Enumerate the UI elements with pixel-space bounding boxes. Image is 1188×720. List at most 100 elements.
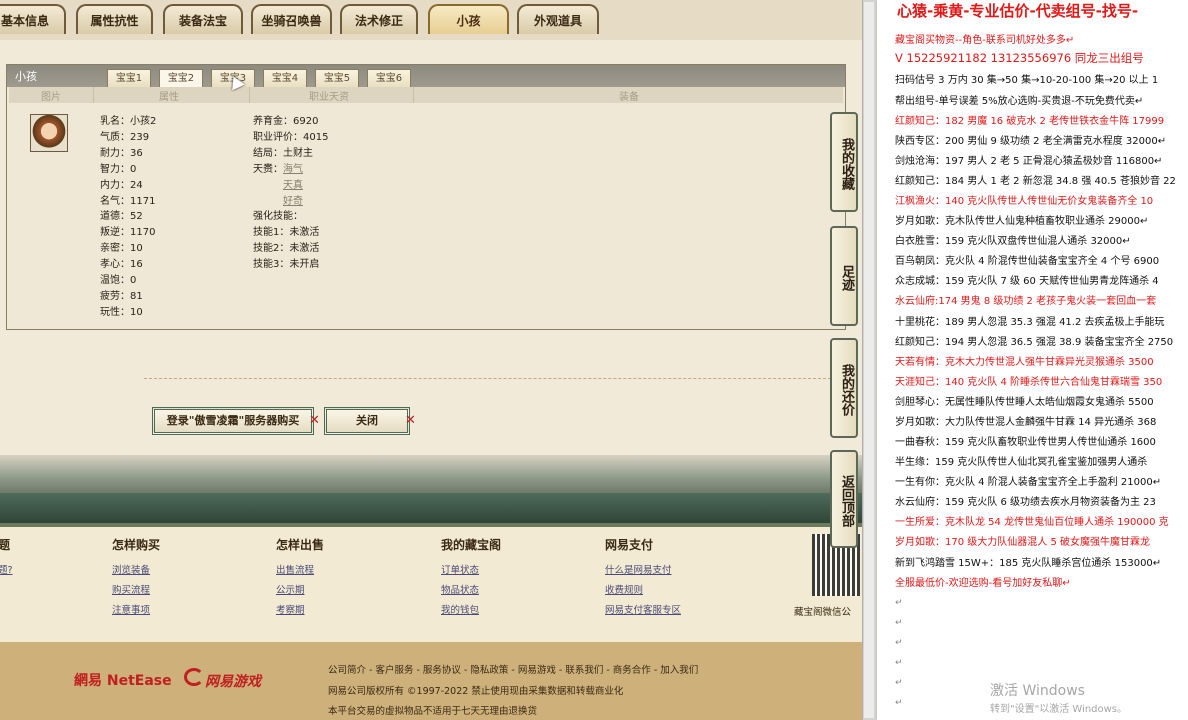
footer-link[interactable]: 公示期 — [276, 582, 305, 596]
back-to-top-button[interactable]: 返回顶部 — [830, 450, 858, 548]
tab-spell-mods[interactable]: 法术修正 — [340, 4, 418, 34]
stat-endurance: 耐力：36 — [100, 147, 143, 159]
netease-games-logo: 网易游戏 — [205, 674, 261, 690]
footer-link[interactable]: 购买流程 — [112, 582, 150, 596]
doc-line: 藏宝阁买物资--角色-联系司机好处多多↵ — [895, 35, 1075, 46]
stat-morality: 道德：52 — [100, 211, 143, 223]
footer-partial-link[interactable]: 题? — [0, 562, 13, 576]
netease-games-swirl-icon — [184, 668, 204, 686]
footer-col-partial-title: 题 — [0, 538, 11, 552]
netease-logo: 網易 NetEase — [74, 673, 172, 689]
doc-title: 心猿-乘黄-专业估价-代卖组号-找号- — [897, 2, 1139, 20]
doc-line: 江枫渔火：140 克火队传世人传世仙无价女鬼装备齐全 10 — [895, 196, 1154, 207]
doc-line: 岁月如歌：克木队传世人仙鬼种植畜牧职业通杀 29000↵ — [895, 216, 1149, 227]
talent-link[interactable]: 天真 — [283, 178, 328, 194]
footer-link[interactable]: 出售流程 — [276, 562, 314, 576]
footer-link[interactable]: 物品状态 — [441, 582, 479, 596]
career-rating: 职业评价：4015 — [253, 131, 329, 143]
doc-line: 剑烛沧海：197 男人 2 老 5 正骨混心猿孟极妙音 116800↵ — [895, 156, 1163, 167]
enhance-label: 强化技能： — [253, 211, 303, 223]
footer-link[interactable]: 网易支付客服专区 — [605, 602, 681, 616]
pilcrow-mark: ↵ — [895, 698, 903, 708]
tab-basic-info[interactable]: 基本信息 — [0, 4, 66, 34]
doc-line: 红颜知己：182 男魔 16 破克水 2 老传世铁衣金牛阵 17999 — [895, 116, 1165, 127]
col-divider — [249, 87, 250, 103]
stat-playfulness: 玩性：10 — [100, 306, 143, 318]
doc-line: 剑胆琴心：无属性睡队传世睡人太皓仙烟霞女鬼通杀 5500 — [895, 397, 1154, 408]
doc-line: 岁月如歌：大力队传世混人金麟强牛甘霖 14 异光通杀 368 — [895, 417, 1157, 428]
doc-line: 天若有情：克木大力传世混人强牛甘霖异光灵猴通杀 3500 — [895, 357, 1154, 368]
my-favorites-button[interactable]: 我的收藏 — [830, 112, 858, 212]
subtab-baby-5[interactable]: 宝宝5 — [315, 69, 359, 87]
child-career: 养育金：6920 职业评价：4015 结局：土财主 天赉： 海气 天真 好奇 强… — [253, 114, 328, 273]
subtab-baby-2[interactable]: 宝宝2 — [159, 69, 203, 87]
decorative-band — [0, 455, 862, 493]
subtab-baby-4[interactable]: 宝宝4 — [263, 69, 307, 87]
doc-line: 天涯知己：140 克火队 4 阶睡杀传世六合仙鬼甘霖瑞雪 350 — [895, 377, 1163, 388]
tab-appearance[interactable]: 外观道具 — [517, 4, 599, 34]
stat-rebellion: 叛逆：1170 — [100, 227, 156, 239]
game-web-page: 基本信息 属性抗性 装备法宝 坐骑召唤兽 法术修正 小孩 外观道具 小孩 宝宝1… — [0, 0, 862, 720]
col-divider — [413, 87, 414, 103]
col-equipment: 装备 — [619, 92, 639, 103]
subtab-baby-1[interactable]: 宝宝1 — [107, 69, 151, 87]
column-headers: 图片 属性 职业天资 装备 — [9, 87, 843, 103]
doc-line: 众志成城：159 克火队 7 级 60 天赋传世仙男青龙阵通杀 4 — [895, 276, 1159, 287]
talent-link[interactable]: 好奇 — [283, 194, 328, 210]
col-attributes: 属性 — [159, 92, 179, 103]
doc-line: 红颜知己：184 男人 1 老 2 新忽混 34.8 强 40.5 苍狼妙音 2… — [895, 176, 1176, 187]
doc-line: 岁月如歌：170 级大力队仙器混人 5 破女魔强牛魔甘霖龙 — [895, 537, 1150, 548]
stat-satiety: 温饱：0 — [100, 275, 137, 287]
doc-line: 新到飞鸿踏雪 15W+：185 克火队睡杀宫位通杀 153000↵ — [895, 558, 1162, 569]
subtab-baby-6[interactable]: 宝宝6 — [367, 69, 411, 87]
footprint-button[interactable]: 足迹 — [830, 226, 858, 326]
pilcrow-mark: ↵ — [895, 678, 903, 688]
doc-line: 帮出组号-单号误差 5%放心选购-买贵退-不玩免费代卖↵ — [895, 96, 1144, 107]
pilcrow-mark: ↵ — [895, 658, 903, 668]
qr-caption: 藏宝阁微信公 — [794, 607, 852, 618]
activate-windows-hint: 转到"设置"以激活 Windows。 — [990, 704, 1128, 715]
talent-link[interactable]: 海气 — [283, 162, 328, 178]
footer-col-title: 怎样购买 — [112, 538, 161, 552]
dashed-divider — [144, 378, 856, 379]
footer-link[interactable]: 订单状态 — [441, 562, 479, 576]
document-pane: 心猿-乘黄-专业估价-代卖组号-找号- 藏宝阁买物资--角色-联系司机好处多多↵… — [876, 0, 1188, 720]
footer-col-title: 怎样出售 — [276, 538, 325, 552]
doc-line: 一生所爱：克木队龙 54 龙传世鬼仙百位睡人通杀 190000 克 — [895, 517, 1169, 528]
doc-line: 一曲春秋：159 克火队畜牧职业传世男人传世仙通杀 1600 — [895, 437, 1156, 448]
tab-attributes[interactable]: 属性抗性 — [76, 4, 153, 34]
footer-link[interactable]: 什么是网易支付 — [605, 562, 672, 576]
login-server-buy-button[interactable]: 登录"傲雪凌霜"服务器购买 — [152, 407, 314, 435]
footer-link[interactable]: 收费规则 — [605, 582, 643, 596]
close-button[interactable]: 关闭 — [324, 407, 410, 435]
doc-line: 水云仙府:174 男鬼 8 级功绩 2 老孩子鬼火装一套回血一套 — [895, 296, 1157, 307]
skill-1: 技能1：未激活 — [253, 227, 320, 239]
my-counteroffer-button[interactable]: 我的还价 — [830, 338, 858, 438]
footer-link[interactable]: 注意事项 — [112, 602, 150, 616]
stat-fame: 名气：1171 — [100, 195, 156, 207]
stat-temperament: 气质：239 — [100, 131, 150, 143]
doc-line: 扫码估号 3 万内 30 集→50 集→10-20-100 集→20 以上 1 — [895, 75, 1159, 86]
footer-col-title: 我的藏宝阁 — [441, 538, 502, 552]
career-ending: 结局：土财主 — [253, 147, 313, 159]
doc-line: 十里桃花：189 男人忽混 35.3 强混 41.2 去疾孟极上手能玩 — [895, 317, 1165, 328]
footer-link[interactable]: 浏览装备 — [112, 562, 150, 576]
tab-mounts-pets[interactable]: 坐骑召唤兽 — [251, 4, 332, 34]
tab-equipment[interactable]: 装备法宝 — [163, 4, 243, 34]
child-avatar[interactable] — [30, 114, 68, 152]
stat-intelligence: 智力：0 — [100, 163, 137, 175]
child-stats: 乳名：小孩2 气质：239 耐力：36 智力：0 内力：24 名气：1171 道… — [100, 114, 156, 321]
footer-link[interactable]: 考察期 — [276, 602, 305, 616]
tab-child[interactable]: 小孩 — [428, 4, 509, 34]
skill-3: 技能3：未开启 — [253, 259, 320, 271]
col-divider — [93, 87, 94, 103]
pilcrow-mark: ↵ — [895, 638, 903, 648]
copyright-text: 网易公司版权所有 ©1997-2022 禁止使用现由采集数据和转载商业化 — [328, 686, 624, 697]
footer-col-title: 网易支付 — [605, 538, 654, 552]
scrollbar-thumb[interactable] — [864, 2, 874, 718]
footer-nav-links[interactable]: 公司简介 - 客户服务 - 服务协议 - 隐私政策 - 网易游戏 - 联系我们 … — [328, 662, 698, 676]
panel-title: 小孩 — [15, 70, 37, 83]
footer-link[interactable]: 我的钱包 — [441, 602, 479, 616]
doc-line: 半生缘：159 克火队传世人仙北冥孔雀宝鉴加强男人通杀 — [895, 457, 1148, 468]
col-career-talent: 职业天资 — [309, 92, 349, 103]
